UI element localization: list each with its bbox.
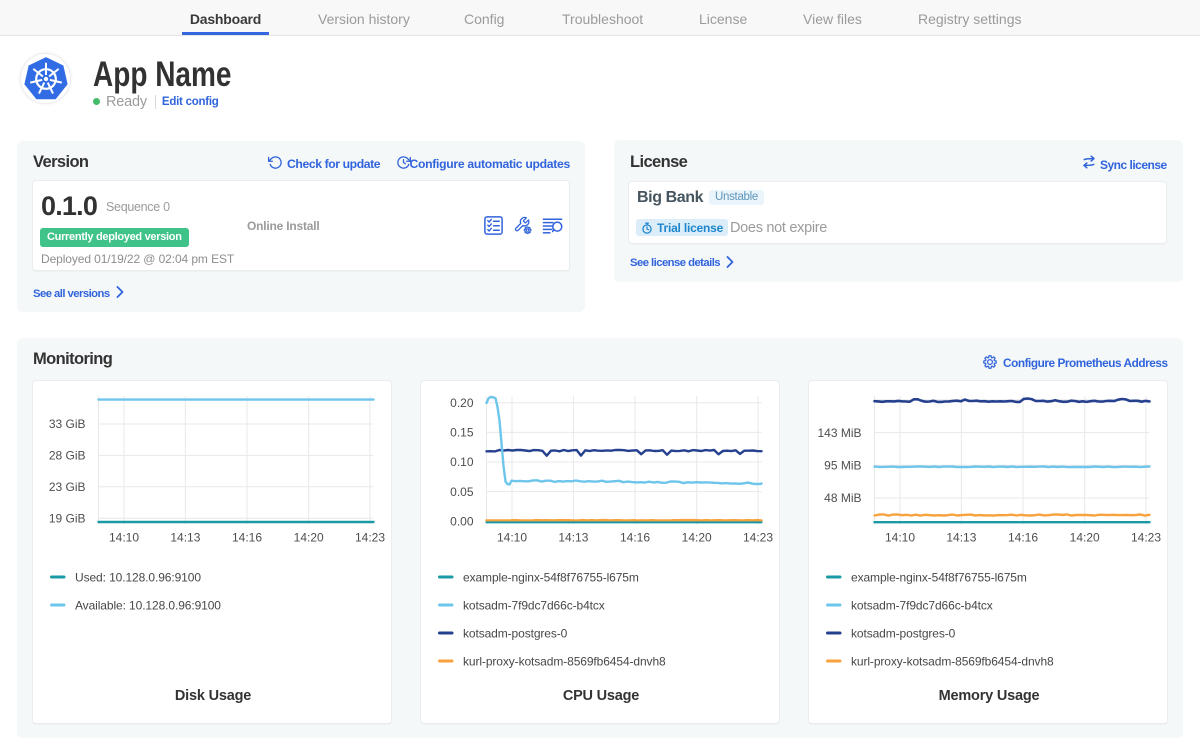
svg-text:14:13: 14:13 xyxy=(170,531,200,545)
svg-text:48 MiB: 48 MiB xyxy=(824,491,861,505)
svg-text:0.20: 0.20 xyxy=(450,396,474,410)
svg-text:kotsadm-7f9dc7d66c-b4tcx: kotsadm-7f9dc7d66c-b4tcx xyxy=(851,598,993,612)
svg-text:14:23: 14:23 xyxy=(355,531,385,545)
svg-text:14:10: 14:10 xyxy=(885,531,915,545)
svg-text:kurl-proxy-kotsadm-8569fb6454-: kurl-proxy-kotsadm-8569fb6454-dnvh8 xyxy=(463,654,666,668)
svg-text:0.10: 0.10 xyxy=(450,455,474,469)
svg-text:14:16: 14:16 xyxy=(1008,531,1038,545)
svg-text:14:13: 14:13 xyxy=(558,531,588,545)
svg-text:33 GiB: 33 GiB xyxy=(49,417,86,431)
svg-text:28 GiB: 28 GiB xyxy=(49,449,86,463)
svg-text:14:23: 14:23 xyxy=(1131,531,1161,545)
svg-text:14:16: 14:16 xyxy=(232,531,262,545)
svg-text:14:13: 14:13 xyxy=(946,531,976,545)
svg-text:143 MiB: 143 MiB xyxy=(817,426,861,440)
svg-text:14:16: 14:16 xyxy=(620,531,650,545)
svg-text:95 MiB: 95 MiB xyxy=(824,459,861,473)
svg-text:14:20: 14:20 xyxy=(1070,531,1100,545)
svg-text:23 GiB: 23 GiB xyxy=(49,480,86,494)
svg-text:14:10: 14:10 xyxy=(109,531,139,545)
svg-text:14:10: 14:10 xyxy=(497,531,527,545)
svg-text:Memory Usage: Memory Usage xyxy=(939,688,1040,704)
svg-text:kurl-proxy-kotsadm-8569fb6454-: kurl-proxy-kotsadm-8569fb6454-dnvh8 xyxy=(851,654,1054,668)
svg-text:14:20: 14:20 xyxy=(682,531,712,545)
svg-text:CPU Usage: CPU Usage xyxy=(563,688,639,704)
svg-text:0.15: 0.15 xyxy=(450,426,474,440)
svg-text:kotsadm-7f9dc7d66c-b4tcx: kotsadm-7f9dc7d66c-b4tcx xyxy=(463,598,605,612)
svg-text:Used: 10.128.0.96:9100: Used: 10.128.0.96:9100 xyxy=(75,570,201,584)
svg-text:14:23: 14:23 xyxy=(743,531,773,545)
svg-text:14:20: 14:20 xyxy=(294,531,324,545)
svg-text:kotsadm-postgres-0: kotsadm-postgres-0 xyxy=(851,626,956,640)
svg-text:0.00: 0.00 xyxy=(450,514,474,528)
svg-text:Disk Usage: Disk Usage xyxy=(175,688,251,704)
svg-text:Available: 10.128.0.96:9100: Available: 10.128.0.96:9100 xyxy=(75,598,221,612)
svg-text:0.05: 0.05 xyxy=(450,485,474,499)
svg-text:19 GiB: 19 GiB xyxy=(49,511,86,525)
svg-text:example-nginx-54f8f76755-l675m: example-nginx-54f8f76755-l675m xyxy=(851,570,1027,584)
svg-text:kotsadm-postgres-0: kotsadm-postgres-0 xyxy=(463,626,568,640)
svg-text:example-nginx-54f8f76755-l675m: example-nginx-54f8f76755-l675m xyxy=(463,570,639,584)
